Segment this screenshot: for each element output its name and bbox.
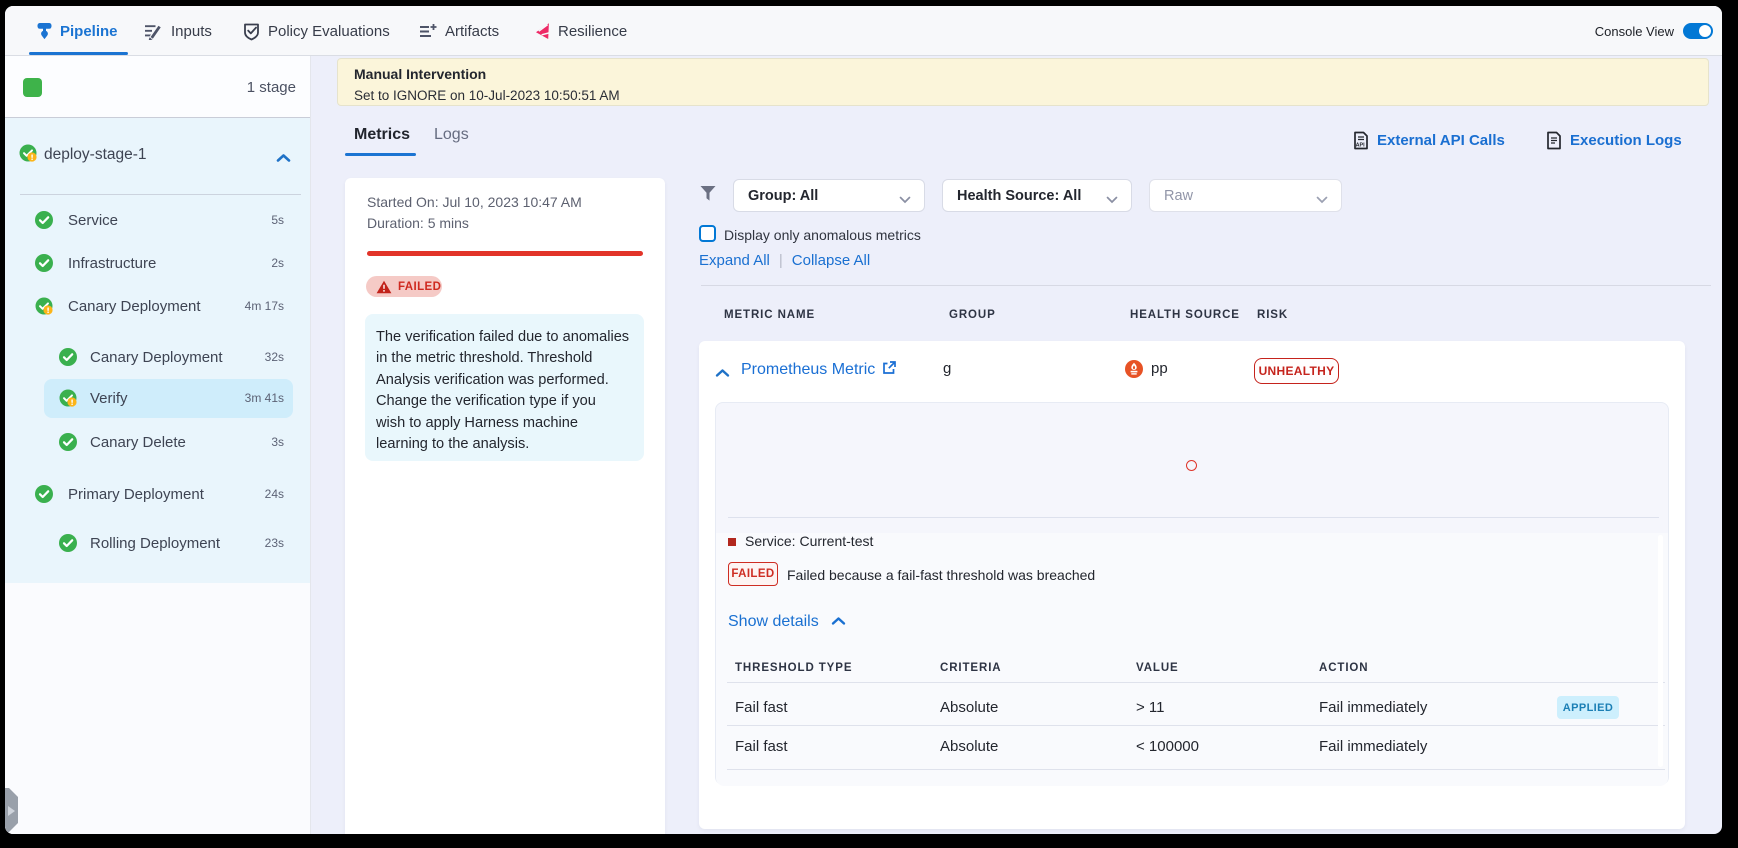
svg-text:API: API [1356, 143, 1365, 149]
